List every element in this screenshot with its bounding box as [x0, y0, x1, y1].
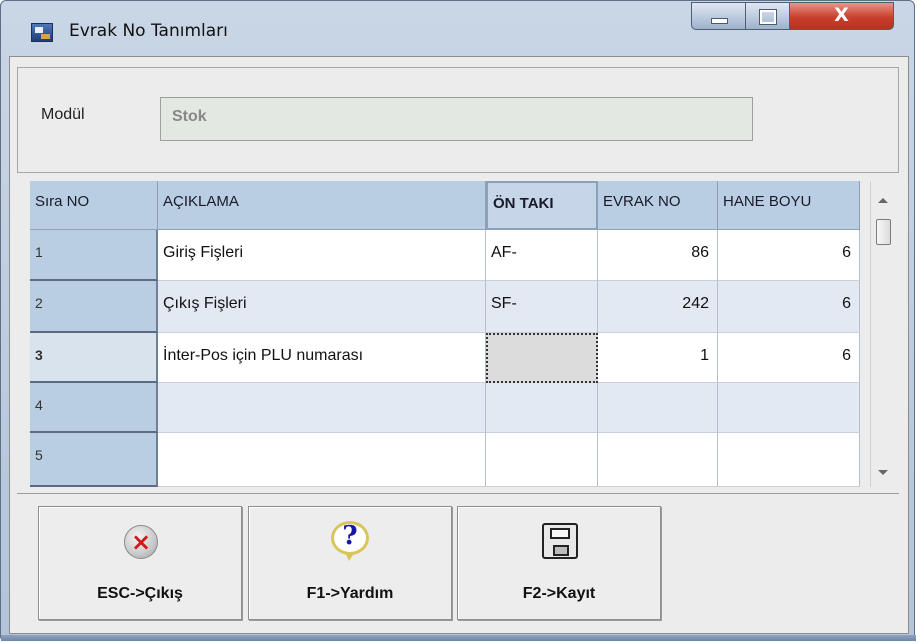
window-title: Evrak No Tanımları — [69, 21, 228, 41]
maximize-icon — [759, 9, 777, 25]
window-bottom-frame — [1, 635, 916, 641]
column-header-label: Sıra NO — [35, 193, 90, 210]
cell-aciklama[interactable]: Giriş Fişleri — [158, 230, 486, 281]
cell-on-taki[interactable]: AF- — [486, 230, 598, 281]
cell-hane-boyu[interactable]: 6 — [718, 281, 860, 333]
close-icon: X — [834, 4, 849, 26]
minimize-button[interactable] — [691, 2, 746, 30]
scroll-up-icon[interactable] — [878, 198, 888, 203]
row-header[interactable]: 2 — [30, 281, 158, 333]
help-button[interactable]: F1->Yardım — [248, 506, 452, 620]
cell-aciklama[interactable] — [158, 433, 486, 487]
cell-evrak-no[interactable]: 1 — [598, 333, 718, 383]
close-circle-icon — [121, 521, 161, 561]
cell-on-taki-focused[interactable] — [486, 333, 598, 383]
esc-exit-label: ESC->Çıkış — [97, 585, 183, 602]
cell-hane-boyu[interactable]: 6 — [718, 333, 860, 383]
column-header-label: HANE BOYU — [723, 193, 812, 210]
row-header-current[interactable]: 3 — [30, 333, 158, 383]
cell-hane-boyu[interactable] — [718, 433, 860, 487]
evrak-grid: Sıra NO AÇIKLAMA ÖN TAKI EVRAK NO HANE B… — [30, 181, 860, 487]
row-header[interactable]: 5 — [30, 433, 158, 487]
form-icon[interactable] — [31, 23, 53, 42]
row-header[interactable]: 4 — [30, 383, 158, 433]
column-header-hane-boyu[interactable]: HANE BOYU — [718, 181, 860, 230]
module-field[interactable]: Stok — [160, 97, 753, 141]
module-value: Stok — [172, 108, 207, 125]
floppy-disk-icon — [540, 521, 580, 561]
scroll-thumb[interactable] — [876, 219, 891, 245]
save-label: F2->Kayıt — [522, 585, 596, 602]
row-number: 1 — [35, 244, 43, 260]
help-bubble-icon — [331, 521, 371, 561]
cell-aciklama[interactable]: İnter-Pos için PLU numarası — [158, 333, 486, 383]
cell-evrak-no[interactable] — [598, 383, 718, 433]
cell-on-taki[interactable]: SF- — [486, 281, 598, 333]
cell-evrak-no[interactable]: 86 — [598, 230, 718, 281]
save-button[interactable]: F2->Kayıt — [457, 506, 661, 620]
column-header-on-taki[interactable]: ÖN TAKI — [486, 181, 598, 230]
row-header[interactable]: 1 — [30, 230, 158, 281]
cell-evrak-no[interactable]: 242 — [598, 281, 718, 333]
maximize-button[interactable] — [746, 2, 790, 30]
cell-aciklama[interactable] — [158, 383, 486, 433]
dialog-window: Evrak No Tanımları X Modül Stok Sıra NO … — [0, 0, 916, 641]
row-number: 3 — [35, 347, 43, 363]
row-number: 5 — [35, 447, 43, 463]
help-label: F1->Yardım — [306, 585, 394, 602]
row-number: 2 — [35, 295, 43, 311]
minimize-icon — [711, 18, 728, 24]
column-header-label: ÖN TAKI — [493, 195, 554, 212]
cell-evrak-no[interactable] — [598, 433, 718, 487]
cell-hane-boyu[interactable] — [718, 383, 860, 433]
row-number: 4 — [35, 397, 43, 413]
cell-aciklama[interactable]: Çıkış Fişleri — [158, 281, 486, 333]
scroll-down-icon[interactable] — [878, 470, 888, 475]
title-bar[interactable]: Evrak No Tanımları X — [1, 1, 914, 55]
column-header-aciklama[interactable]: AÇIKLAMA — [158, 181, 486, 230]
esc-exit-button[interactable]: ESC->Çıkış — [38, 506, 242, 620]
column-header-sira-no[interactable]: Sıra NO — [30, 181, 158, 230]
column-header-label: AÇIKLAMA — [163, 193, 239, 210]
cell-hane-boyu[interactable]: 6 — [718, 230, 860, 281]
column-header-label: EVRAK NO — [603, 193, 681, 210]
cell-on-taki[interactable] — [486, 433, 598, 487]
close-button[interactable]: X — [790, 2, 894, 30]
cell-on-taki[interactable] — [486, 383, 598, 433]
vertical-scrollbar[interactable] — [870, 181, 896, 487]
module-label: Modül — [41, 106, 85, 123]
column-header-evrak-no[interactable]: EVRAK NO — [598, 181, 718, 230]
